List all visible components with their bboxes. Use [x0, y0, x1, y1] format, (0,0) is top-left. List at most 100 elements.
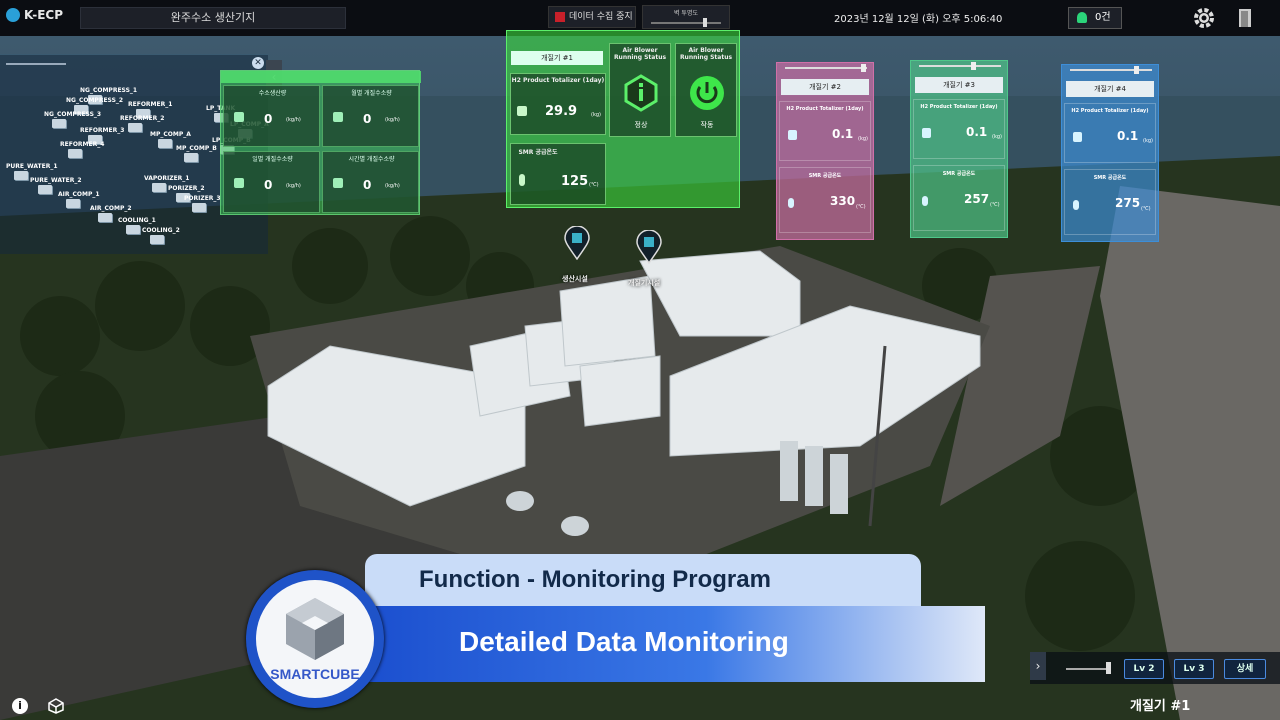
h2-totalizer-unit: (kg): [992, 134, 1002, 140]
equipment-node-label[interactable]: VAPORIZER_1: [144, 175, 189, 182]
location-pin-icon[interactable]: [636, 230, 662, 264]
smr-temp-value: 125: [561, 174, 589, 189]
h2-totalizer-value: 29.9: [545, 104, 578, 119]
close-icon[interactable]: ✕: [252, 57, 264, 69]
zoom-slider-track[interactable]: [1066, 668, 1110, 670]
h2-totalizer-unit: (kg): [591, 112, 601, 118]
equipment-node-label[interactable]: NG_COMPRESS_2: [66, 97, 123, 104]
generator-1-panel[interactable]: 개질기 #1 H2 Product Totalizer (1day) 29.9 …: [506, 30, 740, 208]
blower-status-state: 정상: [634, 121, 648, 129]
h2-totalizer-box: H2 Product Totalizer (1day) 0.1 (kg): [779, 101, 871, 161]
smr-temp-label: SMR 공급온도: [518, 149, 558, 156]
h2-totalizer-value: 0.1: [1117, 129, 1139, 143]
equipment-node-label[interactable]: MP_COMP_A: [150, 131, 191, 138]
gear-icon[interactable]: [1192, 6, 1216, 30]
h2-totalizer-label: H2 Product Totalizer (1day): [1071, 108, 1149, 114]
zoom-slider-handle[interactable]: [1106, 662, 1111, 674]
equipment-node-icon[interactable]: [66, 199, 80, 208]
generator-1-title: 개질기 #1: [511, 51, 603, 65]
h2-totalizer-box: H2 Product Totalizer (1day) 0.1 (kg): [1064, 103, 1156, 163]
equipment-node-label[interactable]: NG_COMPRESS_3: [44, 111, 101, 118]
thermometer-icon: [788, 198, 794, 208]
h2-totalizer-label: H2 Product Totalizer (1day): [786, 106, 864, 112]
banner-title: Function - Monitoring Program: [419, 566, 771, 593]
equipment-node-icon[interactable]: [14, 171, 28, 180]
summary-label: 일별 개질수소량: [252, 156, 293, 163]
equipment-node-icon[interactable]: [98, 213, 112, 222]
level-2-button[interactable]: Lv 2: [1124, 659, 1164, 679]
equipment-node-label[interactable]: REFORMER_1: [128, 101, 172, 108]
h2-totalizer-box: H2 Product Totalizer (1day) 29.9 (kg): [510, 73, 606, 135]
equipment-node-label[interactable]: AIR_COMP_1: [58, 191, 100, 198]
detail-button[interactable]: 상세: [1224, 659, 1266, 679]
card-slider[interactable]: [919, 65, 1001, 67]
equipment-node-label[interactable]: PURE_WATER_1: [6, 163, 58, 170]
stop-collection-button[interactable]: 데이터 수집 중지: [548, 6, 636, 28]
chevron-right-icon[interactable]: ›: [1030, 652, 1046, 680]
exit-icon[interactable]: [1236, 8, 1254, 28]
equipment-node-icon[interactable]: [150, 235, 164, 244]
summary-cell: 수소생산량 0 (kg/h): [223, 85, 320, 147]
equipment-node-label[interactable]: REFORMER_2: [120, 115, 164, 122]
summary-label: 시간별 개질수소량: [348, 156, 395, 163]
banner-title-box: Function - Monitoring Program: [365, 554, 921, 606]
equipment-node-icon[interactable]: [158, 139, 172, 148]
blower-status-2[interactable]: Air Blower Running Status 작동: [675, 43, 737, 137]
equipment-node-icon[interactable]: [38, 185, 52, 194]
card-slider-handle[interactable]: [1134, 66, 1139, 74]
wall-opacity-track[interactable]: [651, 22, 721, 24]
blower-status-state: 작동: [700, 121, 714, 129]
summary-value: 0: [363, 112, 372, 126]
card-slider[interactable]: [1070, 69, 1152, 71]
alarm-button[interactable]: 0건: [1068, 7, 1122, 29]
summary-label: 월별 개질수소량: [351, 90, 392, 97]
equipment-node-label[interactable]: REFORMER_3: [80, 127, 124, 134]
h2-totalizer-label: H2 Product Totalizer (1day): [920, 104, 998, 110]
overview-slider[interactable]: [6, 63, 66, 65]
summary-cell: 월별 개질수소량 0 (kg/h): [322, 85, 419, 147]
equipment-node-label[interactable]: NG_COMPRESS_1: [80, 87, 137, 94]
summary-unit: (kg/h): [286, 183, 301, 189]
location-pin-icon[interactable]: [564, 226, 590, 260]
summary-value: 0: [264, 178, 273, 192]
equipment-node-label[interactable]: COOLING_1: [118, 217, 156, 224]
equipment-node-label[interactable]: AIR_COMP_2: [90, 205, 132, 212]
wall-opacity-control[interactable]: 벽 투명도: [642, 5, 730, 29]
info-icon[interactable]: i: [12, 698, 28, 714]
site-name-box[interactable]: 완주수소 생산기지: [80, 7, 346, 29]
wall-opacity-slider-handle[interactable]: [703, 18, 707, 27]
smr-temp-label: SMR 공급온도: [1093, 175, 1127, 181]
smr-temp-box: SMR 공급온도 330 (℃): [779, 167, 871, 233]
generator-card-2[interactable]: 개질기 #2 H2 Product Totalizer (1day) 0.1 (kg)…: [776, 62, 874, 240]
h2-totalizer-box: H2 Product Totalizer (1day) 0.1 (kg): [913, 99, 1005, 159]
smr-temp-value: 257: [964, 192, 990, 206]
equipment-node-icon[interactable]: [126, 225, 140, 234]
equipment-node-icon[interactable]: [68, 149, 82, 158]
card-slider-handle[interactable]: [861, 64, 866, 72]
generator-card-4[interactable]: 개질기 #4 H2 Product Totalizer (1day) 0.1 (kg)…: [1061, 64, 1159, 242]
equipment-node-label[interactable]: REFORMER_4: [60, 141, 104, 148]
current-generator-label: 개질기 #1: [1130, 699, 1191, 714]
card-slider[interactable]: [785, 67, 867, 69]
blower-status-label: Air Blower Running Status: [679, 47, 733, 61]
weight-icon: [922, 128, 931, 138]
equipment-node-icon[interactable]: [192, 203, 206, 212]
h2-totalizer-unit: (kg): [858, 136, 868, 142]
blower-status-1[interactable]: Air Blower Running Status 정상: [609, 43, 671, 137]
box-view-icon[interactable]: [48, 698, 64, 714]
equipment-node-label[interactable]: PORIZER_2: [168, 185, 205, 192]
equipment-node-label[interactable]: PORIZER_3: [184, 195, 221, 202]
generator-card-3[interactable]: 개질기 #3 H2 Product Totalizer (1day) 0.1 (kg)…: [910, 60, 1008, 238]
equipment-node-label[interactable]: PURE_WATER_2: [30, 177, 82, 184]
generator-title: 개질기 #3: [915, 77, 1003, 93]
equipment-node-label[interactable]: MP_COMP_B: [176, 145, 217, 152]
equipment-node-icon[interactable]: [52, 119, 66, 128]
card-slider-handle[interactable]: [971, 62, 976, 70]
equipment-node-label[interactable]: COOLING_2: [142, 227, 180, 234]
equipment-node-icon[interactable]: [184, 153, 198, 162]
level-3-button[interactable]: Lv 3: [1174, 659, 1214, 679]
equipment-node-icon[interactable]: [152, 183, 166, 192]
equipment-node-icon[interactable]: [128, 123, 142, 132]
h2-totalizer-unit: (kg): [1143, 138, 1153, 144]
cube-logo-icon: [286, 598, 344, 660]
